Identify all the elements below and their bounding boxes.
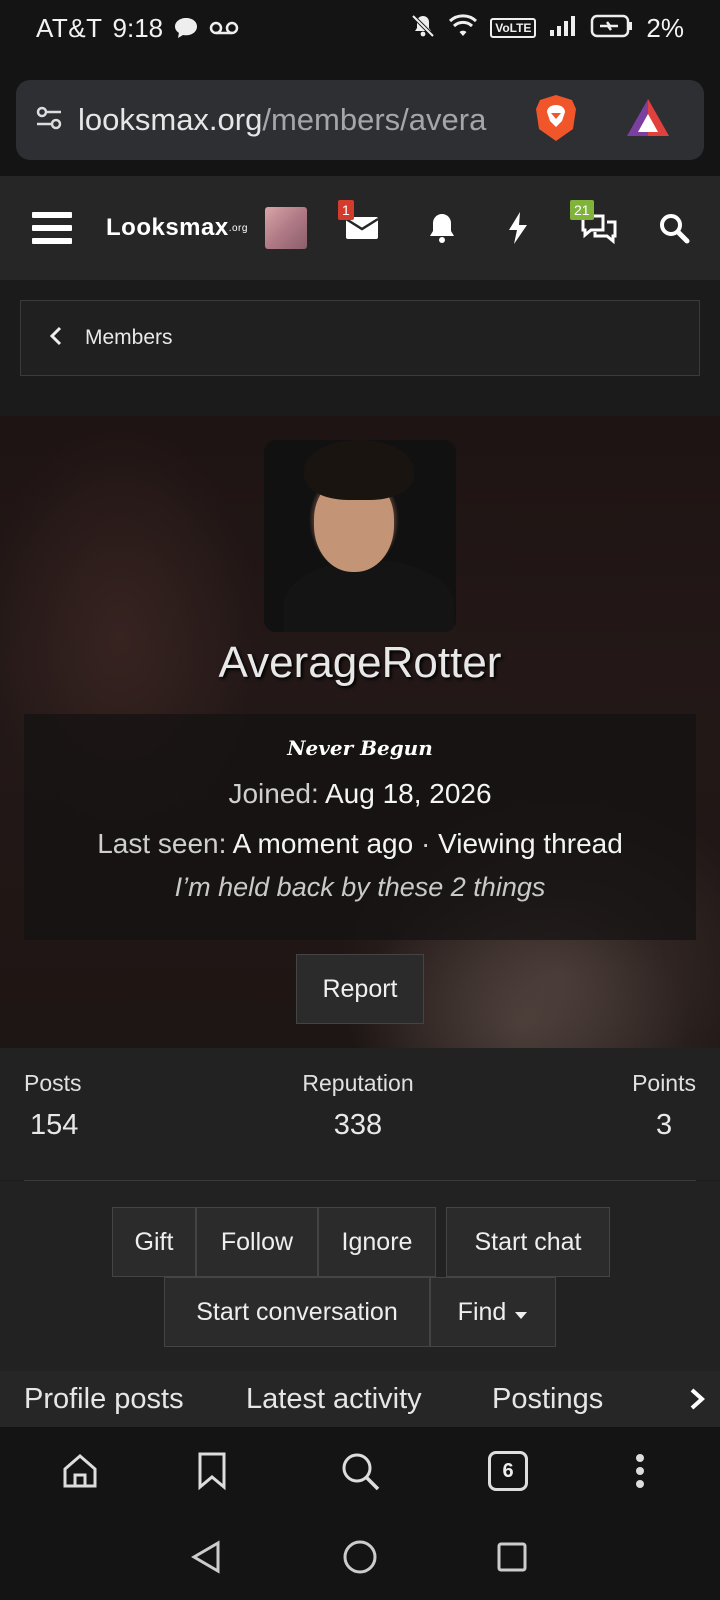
browser-bottom-bar: 6 [0, 1427, 720, 1515]
breadcrumb-label[interactable]: Members [85, 326, 173, 350]
stat-posts[interactable]: Posts 154 [24, 1070, 82, 1142]
tabs-switcher-button[interactable]: 6 [484, 1447, 532, 1495]
profile-username: AverageRotter [218, 638, 502, 687]
report-button[interactable]: Report [296, 954, 424, 1024]
tab-latest-activity[interactable]: Latest activity [246, 1383, 422, 1416]
chevron-right-icon[interactable] [688, 1387, 706, 1416]
chat-badge: 21 [570, 200, 594, 220]
ignore-button[interactable]: Ignore [318, 1207, 436, 1277]
gift-button[interactable]: Gift [112, 1207, 196, 1277]
menu-button[interactable] [30, 176, 74, 280]
activity-text: Viewing thread [438, 828, 623, 859]
home-icon[interactable] [56, 1447, 104, 1495]
inbox-badge: 1 [338, 200, 354, 220]
follow-button[interactable]: Follow [196, 1207, 318, 1277]
caret-down-icon [514, 1298, 528, 1327]
points-label: Points [632, 1070, 696, 1096]
chevron-left-icon [49, 326, 63, 351]
address-bar[interactable]: looksmax.org/members/avera [16, 80, 704, 160]
profile-actions: Gift Follow Ignore Start chat Start conv… [0, 1181, 720, 1371]
posts-value: 154 [30, 1109, 79, 1141]
clock: 9:18 [112, 12, 164, 43]
joined-label: Joined: [228, 778, 319, 809]
status-bar: AT&T 9:18 VoLTE 2% [0, 0, 720, 56]
avatar-hair-shape [304, 440, 414, 500]
posts-label: Posts [24, 1070, 82, 1096]
last-seen-label: Last seen: [97, 828, 227, 859]
joined-date: Aug 18, 2026 [324, 778, 492, 809]
recents-square-icon[interactable] [490, 1535, 534, 1579]
logo-suffix: .org [228, 222, 248, 234]
url-text[interactable]: looksmax.org/members/avera [78, 102, 526, 138]
user-avatar[interactable] [264, 176, 308, 280]
site-logo[interactable]: Looksmax .org [106, 176, 248, 280]
brave-rewards-icon[interactable] [624, 96, 672, 145]
url-path: /members/avera [262, 102, 487, 137]
points-value: 3 [655, 1109, 673, 1141]
find-label: Find [457, 1297, 507, 1326]
tab-postings[interactable]: Postings [492, 1383, 603, 1416]
chat-button[interactable]: 21 [570, 176, 624, 280]
inbox-button[interactable]: 1 [338, 176, 384, 280]
tabs-count: 6 [488, 1451, 528, 1491]
last-seen-line: Last seen: A moment ago · Viewing thread [24, 828, 696, 860]
more-menu-icon[interactable] [616, 1447, 664, 1495]
reputation-value: 338 [333, 1109, 383, 1141]
last-seen-value: A moment ago [232, 828, 414, 859]
user-title: Never Begun [287, 736, 433, 760]
stat-points[interactable]: Points 3 [632, 1070, 696, 1142]
system-nav-bar [0, 1515, 720, 1600]
brave-shield-icon[interactable] [534, 93, 578, 148]
logo-text: Looksmax [106, 214, 229, 241]
viewing-thread-link[interactable]: I’m held back by these 2 things [24, 872, 696, 903]
alerts-bell-icon[interactable] [420, 176, 464, 280]
start-chat-button[interactable]: Start chat [446, 1207, 610, 1277]
avatar-body-shape [284, 560, 454, 632]
profile-tabs: Profile posts Latest activity Postings [0, 1371, 720, 1427]
battery-percent: 2% [646, 12, 684, 43]
joined-line: Joined: Aug 18, 2026 [24, 778, 696, 810]
signal-icon [548, 14, 578, 43]
profile-stats: Posts 154 Reputation 338 Points 3 [0, 1048, 720, 1180]
home-circle-icon[interactable] [338, 1535, 382, 1579]
reputation-label: Reputation [302, 1070, 414, 1096]
mute-icon [410, 13, 436, 44]
battery-icon [590, 13, 634, 44]
whats-new-lightning-icon[interactable] [496, 176, 540, 280]
carrier-label: AT&T [36, 12, 103, 43]
wifi-icon [448, 13, 478, 43]
start-conversation-button[interactable]: Start conversation [164, 1277, 430, 1347]
stat-reputation: Reputation 338 [288, 1070, 428, 1142]
search-icon[interactable] [336, 1447, 384, 1495]
site-header: Looksmax .org 1 21 [0, 176, 720, 280]
site-settings-icon[interactable] [34, 103, 64, 138]
chat-bubble-icon [173, 16, 199, 40]
separator-dot: · [420, 828, 431, 859]
search-icon[interactable] [652, 176, 696, 280]
profile-info-box: Never Begun Joined: Aug 18, 2026 Last se… [24, 714, 696, 940]
voicemail-icon [209, 19, 239, 37]
volte-badge: VoLTE [490, 18, 537, 38]
find-dropdown[interactable]: Find [430, 1277, 556, 1347]
profile-avatar[interactable] [264, 440, 456, 632]
back-icon[interactable] [184, 1535, 228, 1579]
breadcrumb[interactable]: Members [20, 300, 700, 376]
tab-profile-posts[interactable]: Profile posts [24, 1383, 184, 1416]
url-host: looksmax.org [78, 102, 263, 137]
browser-toolbar: looksmax.org/members/avera [0, 56, 720, 176]
bookmark-icon[interactable] [188, 1447, 236, 1495]
profile-banner: AverageRotter Never Begun Joined: Aug 18… [0, 416, 720, 1048]
